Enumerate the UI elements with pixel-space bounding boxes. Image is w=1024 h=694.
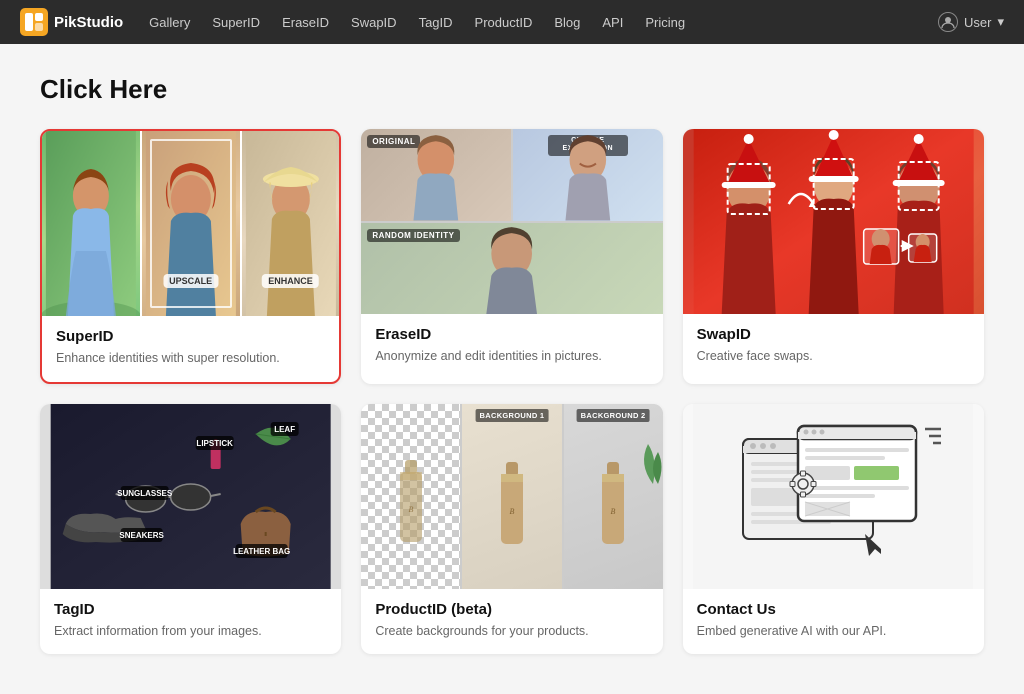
nav-gallery[interactable]: Gallery: [139, 11, 200, 34]
superid-panel-1: [42, 131, 140, 316]
nav-pricing[interactable]: Pricing: [635, 11, 695, 34]
enhance-badge: ENHANCE: [262, 274, 319, 288]
user-label: User: [964, 15, 991, 30]
eraseid-desc: Anonymize and edit identities in picture…: [375, 348, 648, 366]
productid-card-body: ProductID (beta) Create backgrounds for …: [361, 589, 662, 655]
nav-blog[interactable]: Blog: [544, 11, 590, 34]
eraseid-original: ORIGINAL: [361, 129, 511, 221]
superid-panel-2: UPSCALE: [140, 131, 242, 316]
superid-card[interactable]: UPSCALE: [40, 129, 341, 384]
cards-grid: UPSCALE: [40, 129, 984, 654]
user-menu[interactable]: User ▾: [938, 12, 1004, 32]
brand-logo-icon: [20, 8, 48, 36]
eraseid-card[interactable]: ORIGINAL CHANGEEXPRESSION: [361, 129, 662, 384]
svg-text:SNEAKERS: SNEAKERS: [119, 531, 164, 540]
product-transparent: TRANSPARENT B: [361, 404, 460, 589]
nav-superid[interactable]: SuperID: [202, 11, 270, 34]
svg-text:LIPSTICK: LIPSTICK: [196, 439, 233, 448]
svg-text:B: B: [611, 507, 616, 516]
contactus-card[interactable]: Contact Us Embed generative AI with our …: [683, 404, 984, 655]
productid-card[interactable]: TRANSPARENT B: [361, 404, 662, 655]
svg-text:LEATHER BAG: LEATHER BAG: [233, 547, 290, 556]
bg1-label: BACKGROUND 1: [476, 409, 549, 422]
swapid-card-body: SwapID Creative face swaps.: [683, 314, 984, 380]
swapid-card[interactable]: SwapID Creative face swaps.: [683, 129, 984, 384]
navbar: PikStudio Gallery SuperID EraseID SwapID…: [0, 0, 1024, 44]
superid-panel-3: ENHANCE: [242, 131, 340, 316]
eraseid-change: CHANGEEXPRESSION: [513, 129, 663, 221]
tagid-title: TagID: [54, 601, 327, 618]
contactus-title: Contact Us: [697, 601, 970, 618]
productid-image: TRANSPARENT B: [361, 404, 662, 589]
contactus-desc: Embed generative AI with our API.: [697, 623, 970, 641]
nav-productid[interactable]: ProductID: [465, 11, 543, 34]
productid-title: ProductID (beta): [375, 601, 648, 618]
eraseid-card-body: EraseID Anonymize and edit identities in…: [361, 314, 662, 380]
productid-desc: Create backgrounds for your products.: [375, 623, 648, 641]
svg-text:SUNGLASSES: SUNGLASSES: [117, 489, 173, 498]
page-title: Click Here: [40, 74, 984, 105]
svg-text:B: B: [408, 505, 413, 514]
nav-links: Gallery SuperID EraseID SwapID TagID Pro…: [139, 11, 938, 34]
nav-api[interactable]: API: [592, 11, 633, 34]
svg-text:LEAF: LEAF: [274, 425, 295, 434]
superid-title: SuperID: [56, 328, 325, 345]
swapid-image: [683, 129, 984, 314]
brand-name: PikStudio: [54, 14, 123, 31]
superid-desc: Enhance identities with super resolution…: [56, 350, 325, 368]
eraseid-random: RANDOM IDENTITY: [361, 223, 662, 315]
tagid-image: SUNGLASSES SNEAKERS LIPSTICK LEAF LEATHE…: [40, 404, 341, 589]
swapid-desc: Creative face swaps.: [697, 348, 970, 366]
tagid-desc: Extract information from your images.: [54, 623, 327, 641]
nav-swapid[interactable]: SwapID: [341, 11, 407, 34]
swapid-title: SwapID: [697, 326, 970, 343]
product-bg2: BACKGROUND 2 B: [564, 404, 663, 589]
eraseid-title: EraseID: [375, 326, 648, 343]
upscale-badge: UPSCALE: [163, 274, 218, 288]
superid-card-body: SuperID Enhance identities with super re…: [42, 316, 339, 382]
tagid-card-body: TagID Extract information from your imag…: [40, 589, 341, 655]
nav-tagid[interactable]: TagID: [409, 11, 463, 34]
user-avatar-icon: [938, 12, 958, 32]
svg-text:B: B: [510, 507, 515, 516]
main-content: Click Here: [0, 44, 1024, 694]
brand[interactable]: PikStudio: [20, 8, 123, 36]
user-dropdown-icon: ▾: [997, 14, 1004, 30]
bg2-label: BACKGROUND 2: [577, 409, 650, 422]
nav-eraseid[interactable]: EraseID: [272, 11, 339, 34]
eraseid-image: ORIGINAL CHANGEEXPRESSION: [361, 129, 662, 314]
superid-image: UPSCALE: [42, 131, 339, 316]
product-bg1: BACKGROUND 1 B: [462, 404, 561, 589]
tagid-card[interactable]: SUNGLASSES SNEAKERS LIPSTICK LEAF LEATHE…: [40, 404, 341, 655]
contactus-card-body: Contact Us Embed generative AI with our …: [683, 589, 984, 655]
contactus-image: [683, 404, 984, 589]
